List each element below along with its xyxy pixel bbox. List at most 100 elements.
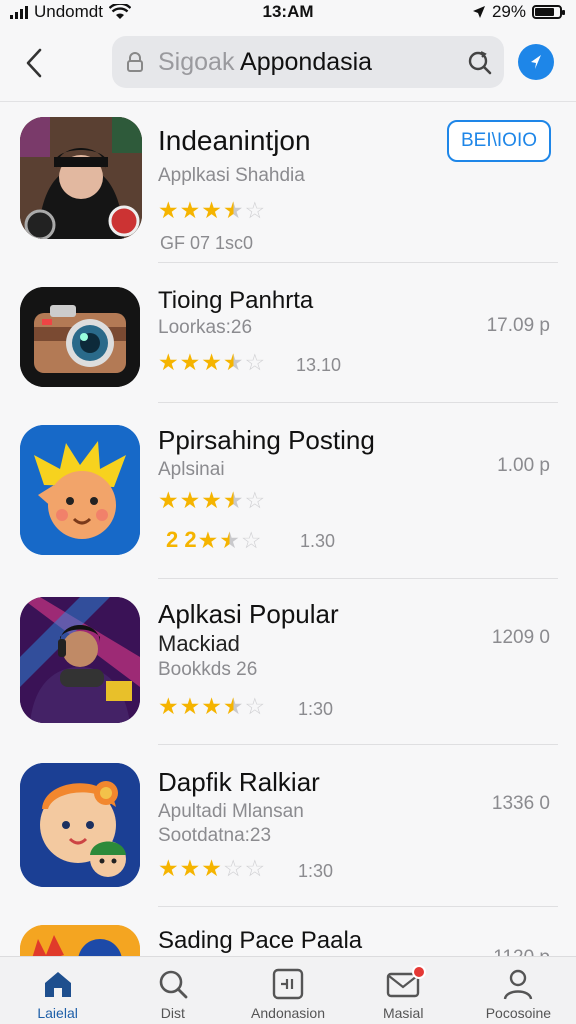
status-right: 29% — [472, 2, 565, 22]
app-subtitle: Aplsinai — [158, 459, 225, 480]
rating-prefix: 2 2 — [166, 527, 197, 552]
star-icon: ★ — [179, 855, 201, 881]
app-subtitle: Apultadi Mlansan — [158, 801, 304, 822]
star-icon: ★ — [158, 693, 179, 719]
signal-icon — [10, 5, 28, 19]
star-empty-icon: ☆ — [244, 197, 266, 223]
star-half-icon: ★ — [222, 349, 244, 375]
rating-count: 1:30 — [298, 699, 334, 719]
star-icon: ★ — [201, 855, 222, 881]
get-button[interactable]: BEI\IOIO — [447, 120, 551, 162]
app-subtitle: Bookkds 26 — [158, 659, 258, 680]
tab-label: Masial — [382, 1005, 424, 1021]
kids-cartoon-icon — [20, 763, 140, 887]
app-subtitle: Applkasi Shahdia — [158, 165, 305, 186]
notification-badge — [411, 965, 426, 979]
tab-label: Andonasion — [251, 1005, 325, 1021]
tab-home[interactable]: Laielal — [0, 957, 115, 1024]
star-rating: ★ ★ ★ ★ ☆ — [158, 199, 265, 222]
star-half-icon: ★ — [222, 487, 244, 513]
star-icon: ★ — [197, 527, 219, 553]
star-icon: ★ — [201, 197, 222, 223]
search-bar[interactable]: Sigoak Appondasia — [112, 36, 504, 88]
lock-icon — [127, 52, 143, 72]
tab-search[interactable]: Dist — [115, 957, 230, 1024]
wifi-icon — [108, 4, 131, 19]
star-icon: ★ — [179, 349, 201, 375]
star-icon: ★ — [201, 349, 222, 375]
app-title: Indeanintjon — [158, 125, 311, 156]
tab-profile[interactable]: Pocosoine — [461, 957, 576, 1024]
search-hint: Sigoak — [158, 47, 235, 76]
tab-label: Laielal — [37, 1005, 78, 1021]
cartoon-character-icon — [20, 425, 140, 555]
star-icon: ★ — [179, 197, 201, 223]
star-icon: ★ — [158, 855, 179, 881]
list-item[interactable]: Sading Pace Paala 1120 p — [0, 907, 576, 957]
carrier-name: Undomdt — [34, 2, 103, 21]
back-button[interactable] — [14, 43, 54, 83]
app-price: 1.00 p — [497, 455, 550, 476]
star-icon: ★ — [158, 197, 179, 223]
star-rating: ★ ★ ★ ★ ☆ — [158, 489, 265, 512]
partial-app-icon — [20, 925, 140, 957]
header: Sigoak Appondasia — [0, 24, 576, 102]
star-empty-icon: ☆ — [244, 855, 266, 881]
app-title: Dapfik Ralkiar — [158, 767, 320, 797]
list-item[interactable]: Ppirsahing Posting Aplsinai ★ ★ ★ ★ ☆ 2 2 ★ … — [0, 403, 576, 579]
star-icon: ★ — [201, 693, 222, 719]
chevron-left-icon — [26, 48, 42, 77]
app-title: Aplkasi Popular — [158, 599, 339, 629]
star-empty-icon: ☆ — [244, 349, 266, 375]
portrait-hoodie-icon — [20, 117, 142, 239]
app-title: Tioing Panhrta — [158, 287, 314, 314]
search-icon — [159, 970, 188, 999]
star-empty-icon: ☆ — [222, 855, 244, 881]
star-empty-icon: ☆ — [244, 487, 266, 513]
list-item[interactable]: Aplkasi Popular Mackiad Bookkds 26 ★ ★ ★ ★ ☆… — [0, 579, 576, 745]
apps-icon — [272, 968, 304, 1000]
search-query: Appondasia — [240, 47, 373, 76]
list-item[interactable]: Indeanintjon Applkasi Shahdia ★ ★ ★ ★ ☆ GF 0… — [0, 103, 576, 263]
navigation-button[interactable] — [518, 44, 554, 80]
app-title: Sading Pace Paala — [158, 927, 363, 954]
camera-icon — [20, 287, 140, 387]
battery-fill — [535, 8, 555, 16]
star-rating: ★ ★ ★ ★ ☆ — [158, 351, 265, 374]
location-arrow-icon — [472, 6, 485, 18]
star-rating-secondary: 2 2 ★ ★ ☆ — [166, 529, 261, 552]
tab-label: Dist — [160, 1005, 185, 1021]
star-rating: ★ ★ ★ ★ ☆ — [158, 695, 265, 718]
rating-count: 1.30 — [300, 531, 336, 551]
app-subtitle-dark: Mackiad — [158, 631, 240, 656]
navigation-arrow-icon — [531, 55, 541, 69]
star-empty-icon: ☆ — [244, 693, 266, 719]
app-subtitle-secondary: Sootdatna:23 — [158, 825, 272, 846]
tab-mail[interactable]: Masial — [346, 957, 461, 1024]
tab-apps[interactable]: Andonasion — [230, 957, 345, 1024]
status-bar: Undomdt 13:AM 29% — [0, 0, 576, 24]
star-half-icon: ★ — [222, 693, 244, 719]
star-icon: ★ — [201, 487, 222, 513]
app-title: Ppirsahing Posting — [158, 425, 375, 455]
star-empty-icon: ☆ — [240, 527, 262, 553]
list-item[interactable]: Dapfik Ralkiar Apultadi Mlansan Sootdatn… — [0, 745, 576, 907]
star-icon: ★ — [158, 349, 179, 375]
status-left: Undomdt — [10, 2, 131, 22]
star-icon: ★ — [179, 693, 201, 719]
star-rating: ★ ★ ★ ☆ ☆ — [158, 857, 265, 880]
rating-count: GF 07 1sc0 — [160, 233, 254, 253]
star-half-icon: ★ — [222, 197, 244, 223]
gamer-character-icon — [20, 597, 140, 723]
search-refresh-icon[interactable] — [466, 49, 492, 75]
battery-percent: 29% — [491, 2, 526, 21]
app-subtitle: Loorkas:26 — [158, 317, 253, 338]
list-item[interactable]: Tioing Panhrta Loorkas:26 ★ ★ ★ ★ ☆ 13.10 17… — [0, 263, 576, 403]
app-price: 17.09 p — [486, 315, 550, 336]
tab-bar: Laielal Dist Andonasion Masial Pocosoine — [0, 956, 576, 1024]
rating-count: 1:30 — [298, 861, 334, 881]
status-time: 13:AM — [262, 2, 314, 21]
star-icon: ★ — [158, 487, 179, 513]
search-input[interactable]: Sigoak Appondasia — [158, 48, 372, 77]
rating-count: 13.10 — [296, 355, 342, 375]
